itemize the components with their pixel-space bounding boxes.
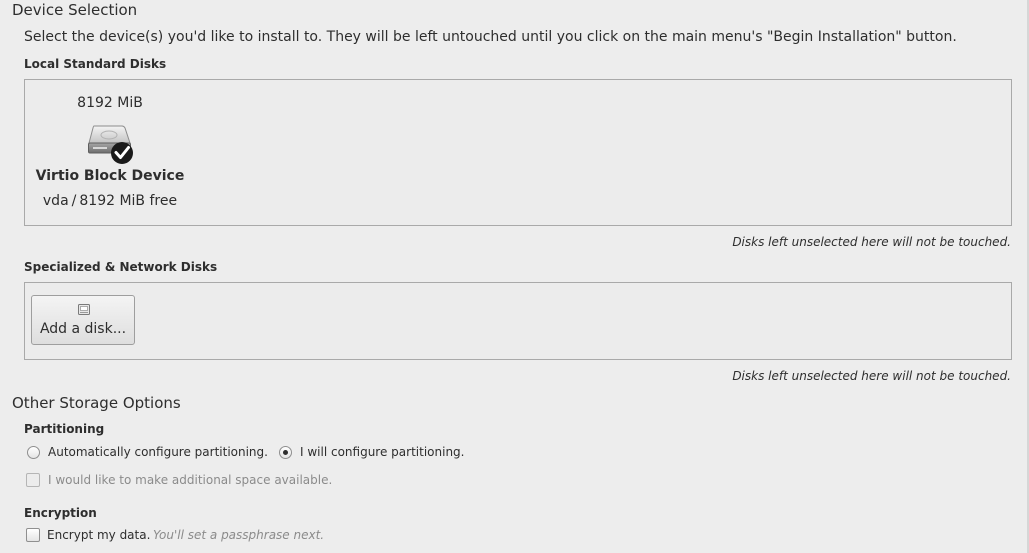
disk-details: vda/8192 MiB free — [25, 193, 195, 209]
network-disks-heading: Specialized & Network Disks — [24, 260, 218, 274]
reclaim-space-checkbox[interactable] — [26, 473, 40, 487]
network-disks-note: Disks left unselected here will not be t… — [732, 369, 1011, 383]
hard-disk-icon — [88, 125, 133, 164]
auto-partitioning-label[interactable]: Automatically configure partitioning. — [48, 445, 268, 459]
device-selection-intro: Select the device(s) you'd like to insta… — [24, 29, 957, 45]
local-disks-heading: Local Standard Disks — [24, 57, 167, 71]
add-disk-button-label: Add a disk... — [39, 321, 127, 337]
device-selection-title: Device Selection — [12, 1, 138, 19]
disk-separator: / — [71, 193, 77, 209]
disk-device: vda — [42, 193, 69, 209]
disk-name: Virtio Block Device — [35, 168, 185, 184]
network-disk-icon — [78, 304, 90, 315]
auto-partitioning-radio[interactable] — [27, 446, 40, 459]
manual-partitioning-label[interactable]: I will configure partitioning. — [300, 445, 464, 459]
add-disk-button[interactable]: Add a disk... — [31, 295, 135, 345]
manual-partitioning-radio[interactable] — [279, 446, 292, 459]
other-storage-title: Other Storage Options — [12, 394, 181, 412]
encrypt-data-label[interactable]: Encrypt my data. — [47, 528, 150, 542]
encrypt-data-checkbox[interactable] — [26, 528, 40, 542]
disk-size: 8192 MiB — [77, 95, 143, 111]
reclaim-space-label[interactable]: I would like to make additional space av… — [48, 473, 332, 487]
disk-tile-vda[interactable]: 8192 MiB Virtio Block Device vda/8192 Mi… — [25, 80, 195, 224]
installation-destination-page: Device Selection Select the device(s) yo… — [0, 0, 1029, 553]
disk-free-space: 8192 MiB free — [79, 193, 178, 209]
partitioning-heading: Partitioning — [24, 422, 105, 436]
local-disks-note: Disks left unselected here will not be t… — [732, 235, 1011, 249]
encrypt-data-hint: You'll set a passphrase next. — [153, 528, 325, 542]
network-disks-panel — [24, 282, 1012, 360]
encryption-heading: Encryption — [24, 506, 97, 520]
